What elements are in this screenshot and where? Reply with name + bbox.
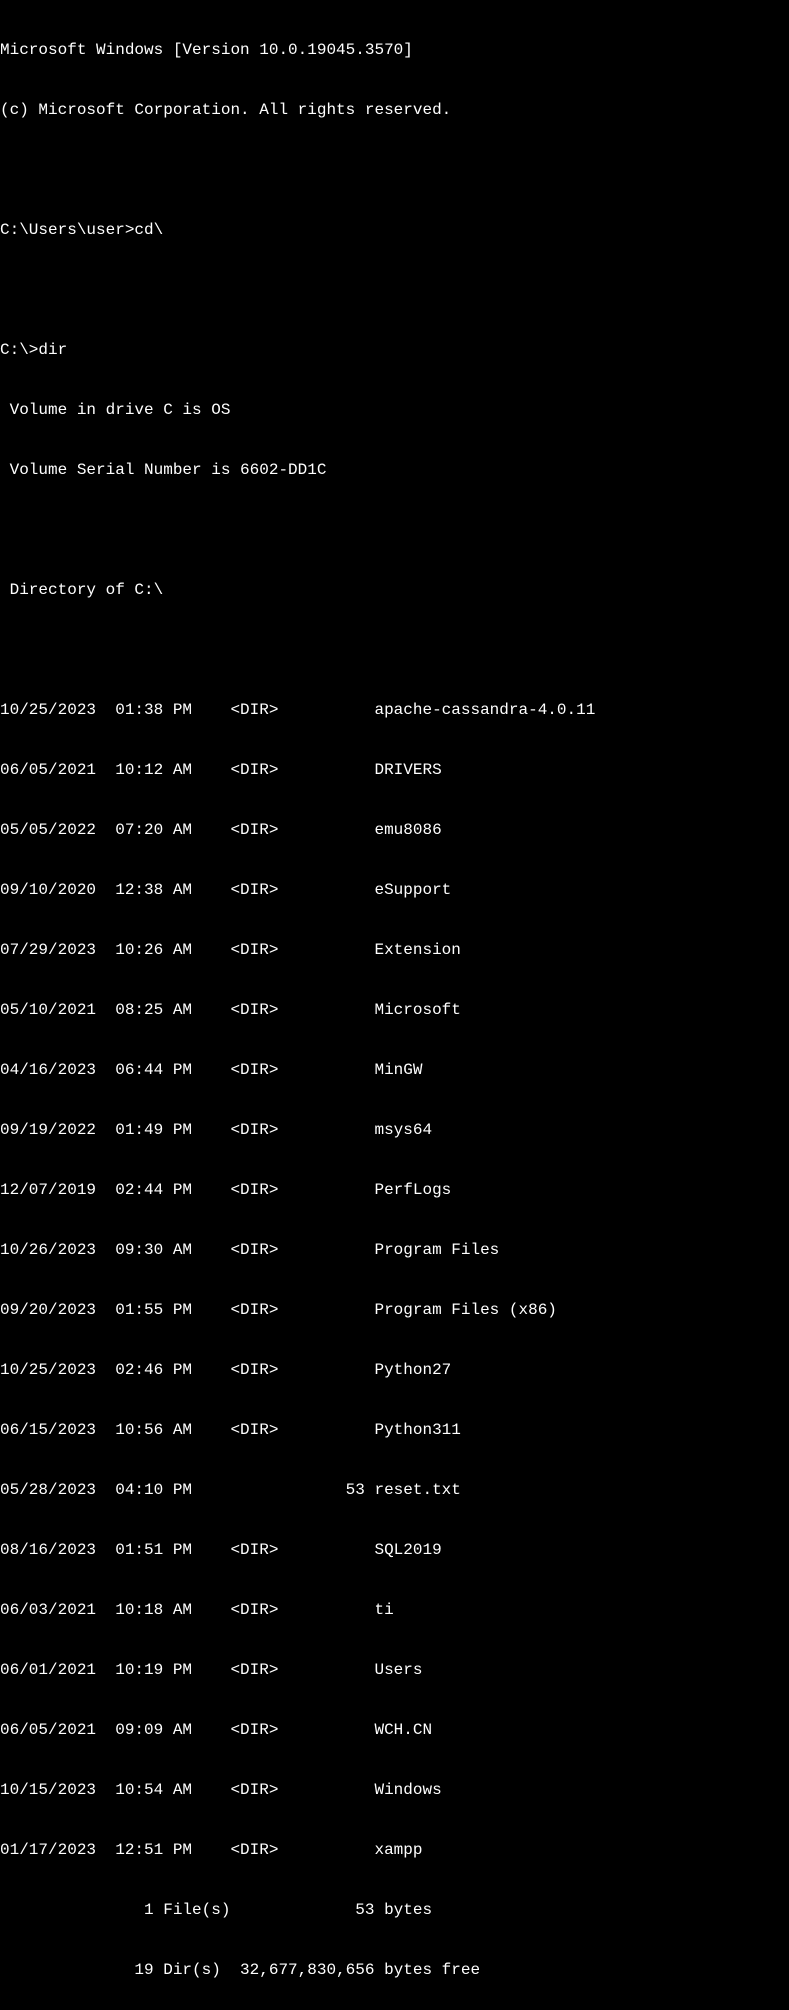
dir-row: 12/07/2019 02:44 PM <DIR> PerfLogs — [0, 1180, 785, 1200]
dir-row: 10/26/2023 09:30 AM <DIR> Program Files — [0, 1240, 785, 1260]
dir-serial: Volume Serial Number is 6602-DD1C — [0, 460, 785, 480]
dir-summary-free: 19 Dir(s) 32,677,830,656 bytes free — [0, 1960, 785, 1980]
dir-row: 10/25/2023 01:38 PM <DIR> apache-cassand… — [0, 700, 785, 720]
dir-row: 04/16/2023 06:44 PM <DIR> MinGW — [0, 1060, 785, 1080]
prompt-line: C:\>dir — [0, 340, 785, 360]
dir-volume: Volume in drive C is OS — [0, 400, 785, 420]
dir-row: 06/05/2021 10:12 AM <DIR> DRIVERS — [0, 760, 785, 780]
dir-row: 05/05/2022 07:20 AM <DIR> emu8086 — [0, 820, 785, 840]
prompt: C:\> — [0, 341, 38, 359]
dir-row: 07/29/2023 10:26 AM <DIR> Extension — [0, 940, 785, 960]
dir-heading: Directory of C:\ — [0, 580, 785, 600]
dir-row: 05/28/2023 04:10 PM 53 reset.txt — [0, 1480, 785, 1500]
blank-line — [0, 280, 785, 300]
command: cd\ — [134, 221, 163, 239]
dir-row: 09/20/2023 01:55 PM <DIR> Program Files … — [0, 1300, 785, 1320]
dir-row: 01/17/2023 12:51 PM <DIR> xampp — [0, 1840, 785, 1860]
dir-summary-files: 1 File(s) 53 bytes — [0, 1900, 785, 1920]
dir-row: 05/10/2021 08:25 AM <DIR> Microsoft — [0, 1000, 785, 1020]
prompt: C:\Users\user> — [0, 221, 134, 239]
blank-line — [0, 160, 785, 180]
dir-row: 08/16/2023 01:51 PM <DIR> SQL2019 — [0, 1540, 785, 1560]
dir-row: 06/03/2021 10:18 AM <DIR> ti — [0, 1600, 785, 1620]
terminal-window[interactable]: Microsoft Windows [Version 10.0.19045.35… — [0, 0, 789, 2010]
dir-row: 06/01/2021 10:19 PM <DIR> Users — [0, 1660, 785, 1680]
blank-line — [0, 640, 785, 660]
banner-line: Microsoft Windows [Version 10.0.19045.35… — [0, 40, 785, 60]
command: dir — [38, 341, 67, 359]
dir-row: 06/15/2023 10:56 AM <DIR> Python311 — [0, 1420, 785, 1440]
dir-row: 10/25/2023 02:46 PM <DIR> Python27 — [0, 1360, 785, 1380]
blank-line — [0, 520, 785, 540]
banner-line: (c) Microsoft Corporation. All rights re… — [0, 100, 785, 120]
dir-row: 09/19/2022 01:49 PM <DIR> msys64 — [0, 1120, 785, 1140]
dir-row: 09/10/2020 12:38 AM <DIR> eSupport — [0, 880, 785, 900]
prompt-line: C:\Users\user>cd\ — [0, 220, 785, 240]
dir-row: 10/15/2023 10:54 AM <DIR> Windows — [0, 1780, 785, 1800]
dir-row: 06/05/2021 09:09 AM <DIR> WCH.CN — [0, 1720, 785, 1740]
